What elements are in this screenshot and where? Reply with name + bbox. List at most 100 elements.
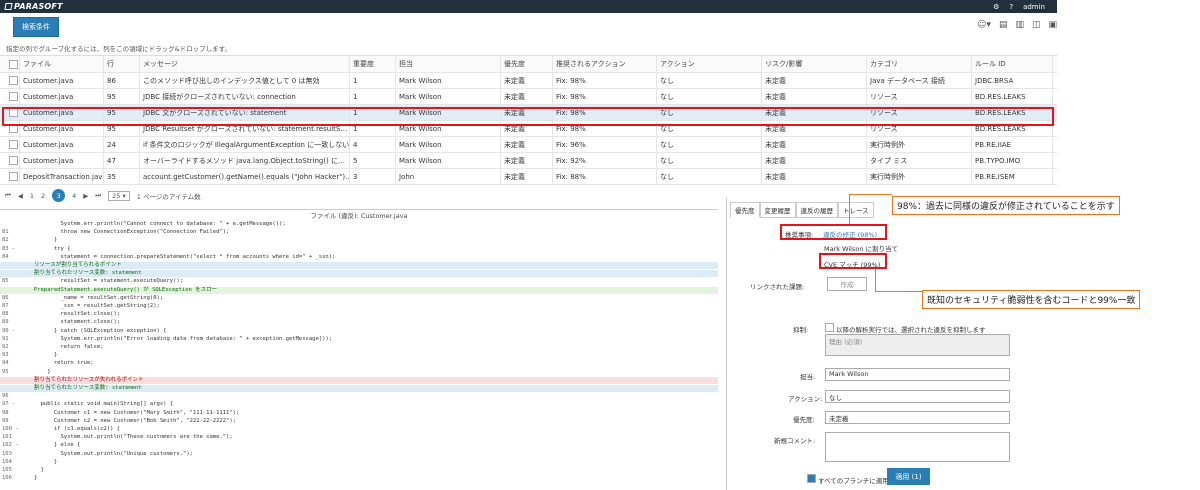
code-line: 98 Customer c1 = new Customer("Mary Smit… (0, 410, 718, 417)
column-header[interactable]: 担当 (396, 56, 501, 72)
code-text: throw new ConnectionException("Connectio… (34, 229, 230, 236)
csv-export-icon[interactable]: ▣ (1048, 20, 1057, 30)
column-header[interactable]: リスク/影響 (762, 56, 867, 72)
column-header[interactable]: ルール ID (972, 56, 1053, 72)
logo-text: PARASOFT (14, 2, 63, 11)
apply-button[interactable]: 適用 (1) (887, 468, 930, 485)
code-line: 割り当てられたリソースが失われるポイント (0, 376, 718, 384)
tab-priority[interactable]: 優先度 (730, 202, 760, 218)
all-branches-checkbox[interactable] (807, 474, 816, 483)
table-row[interactable]: Customer.java 24 if 条件文のロジックが IllegalArgum… (0, 137, 1057, 153)
column-header[interactable]: 行 (104, 56, 140, 72)
page-size-select[interactable]: 25 ▾ (108, 190, 130, 201)
grid-cell: 未定義 (762, 137, 867, 152)
table-row[interactable]: DepositTransaction.java 35 account.getCust… (0, 169, 1057, 185)
code-text: } else { (34, 442, 81, 449)
column-header[interactable]: アクション (657, 56, 762, 72)
ai-assist-icon[interactable]: ☺▾ (977, 20, 991, 30)
row-checkbox-cell[interactable] (0, 169, 20, 184)
row-checkbox-cell[interactable] (0, 153, 20, 168)
split-icon[interactable]: ◫ (1032, 20, 1041, 30)
row-checkbox[interactable] (9, 156, 18, 165)
table-row[interactable]: Customer.java 86 このメソッド呼び出しのインデックス値として 0 は… (0, 73, 1057, 89)
code-text: statement = connection.prepareStatement(… (34, 253, 336, 260)
code-line: 106} (0, 475, 718, 482)
grid-cell: 35 (104, 169, 140, 184)
settings-icon[interactable]: ⚙ (993, 3, 999, 11)
row-checkbox-cell[interactable] (0, 73, 20, 88)
code-line: 82 } (0, 237, 718, 244)
columns-icon[interactable]: ▥ (1015, 20, 1024, 30)
page-3-current[interactable]: 3 (52, 189, 66, 202)
prev-page-button[interactable]: ◀ (18, 192, 23, 200)
grid-cell: 1 (350, 89, 396, 104)
grid-cell: 86 (104, 73, 140, 88)
row-checkbox[interactable] (9, 92, 18, 101)
code-line: 94 return true; (0, 360, 718, 367)
priority-select[interactable]: 未定義 (825, 411, 1010, 424)
grid-header: ファイル行メッセージ 重要度 担当 優先度 推奨されるアクション アクション リスク/影響カ… (0, 56, 1057, 73)
column-header[interactable]: ファイル (20, 56, 104, 72)
code-text: Customer c1 = new Customer("Mary Smith",… (34, 409, 240, 416)
tab-trace[interactable]: トレース (838, 202, 874, 218)
table-row[interactable]: Customer.java 95 JDBC 接続がクローズされていない: conne… (0, 89, 1057, 105)
priority-value: 未定義 (829, 415, 849, 423)
code-text: return true; (34, 360, 94, 367)
recommend-highlight (780, 224, 887, 240)
row-checkbox[interactable] (9, 172, 18, 181)
column-header[interactable]: 重要度 (350, 56, 396, 72)
grid-cell: Fix: 88% (553, 169, 657, 184)
layout-icon[interactable]: ▤ (999, 20, 1008, 30)
code-line: 割り当てられたリソース変数: statement (0, 270, 718, 278)
row-checkbox-cell[interactable] (0, 56, 20, 72)
code-text: } (34, 458, 58, 465)
next-page-button[interactable]: ▶ (83, 192, 88, 200)
page-4[interactable]: 4 (72, 192, 76, 200)
page-size-value: 25 (112, 191, 121, 200)
column-header[interactable]: メッセージ (140, 56, 350, 72)
code-text: _ssn = resultSet.getString(2); (34, 303, 160, 309)
line-number: 100 - (2, 426, 19, 432)
page-1[interactable]: 1 (30, 192, 34, 200)
owner-input[interactable]: Mark Wilson (825, 368, 1010, 381)
grid-cell: リソース (867, 89, 972, 104)
column-header[interactable]: カテゴリ (867, 56, 972, 72)
code-text: Customer c2 = new Customer("Bob Smith", … (34, 417, 236, 424)
column-header[interactable]: 推奨されるアクション (553, 56, 657, 72)
tab-violation-history[interactable]: 違反の履歴 (795, 202, 838, 218)
grid-cell: BD.RES.LEAKS (972, 89, 1053, 104)
last-page-button[interactable]: ⏭ (95, 191, 101, 200)
grid-cell: Mark Wilson (396, 153, 501, 168)
row-checkbox[interactable] (9, 140, 18, 149)
user-menu[interactable]: admin (1023, 3, 1045, 11)
page-size-label: 1 ページのアイテム数 (136, 192, 201, 201)
line-number: 105 (2, 467, 12, 473)
row-checkbox-cell[interactable] (0, 137, 20, 152)
grid-cell: 未定義 (501, 153, 553, 168)
row-checkbox[interactable] (9, 59, 18, 69)
page-2[interactable]: 2 (41, 192, 45, 200)
help-icon[interactable]: ? (1009, 3, 1013, 11)
reason-input[interactable]: 理由 (必須) (825, 334, 1010, 356)
row-checkbox-cell[interactable] (0, 89, 20, 104)
grid-cell: なし (657, 169, 762, 184)
line-number: 95 (2, 368, 9, 375)
line-number: 104 (2, 458, 12, 465)
grid-cell: PB.TYPO.IMO (972, 153, 1053, 168)
action-select[interactable]: なし (825, 390, 1010, 403)
callout-cve-99-percent: 既知のセキュリティ脆弱性を含むコードと99%一致 (922, 290, 1141, 309)
tab-change-history[interactable]: 変更履歴 (759, 202, 796, 218)
search-criteria-button[interactable]: 検索条件 (13, 17, 59, 37)
panel-tabs: 優先度 変更履歴 違反の履歴 トレース (730, 202, 874, 218)
code-text: } (34, 237, 58, 244)
row-checkbox[interactable] (9, 76, 18, 85)
column-header[interactable]: 優先度 (501, 56, 553, 72)
first-page-button[interactable]: ⏮ (5, 191, 11, 200)
grid-cell: 3 (350, 169, 396, 184)
grid-cell: 未定義 (501, 73, 553, 88)
suppress-checkbox[interactable] (825, 323, 834, 332)
code-line: PreparedStatement.executeQuery() が SQLEx… (0, 286, 718, 294)
table-row[interactable]: Customer.java 47 オーバーライドするメソッド java.lang.O… (0, 153, 1057, 169)
create-issue-button[interactable]: 作成 (827, 277, 867, 291)
comment-input[interactable] (825, 432, 1010, 462)
